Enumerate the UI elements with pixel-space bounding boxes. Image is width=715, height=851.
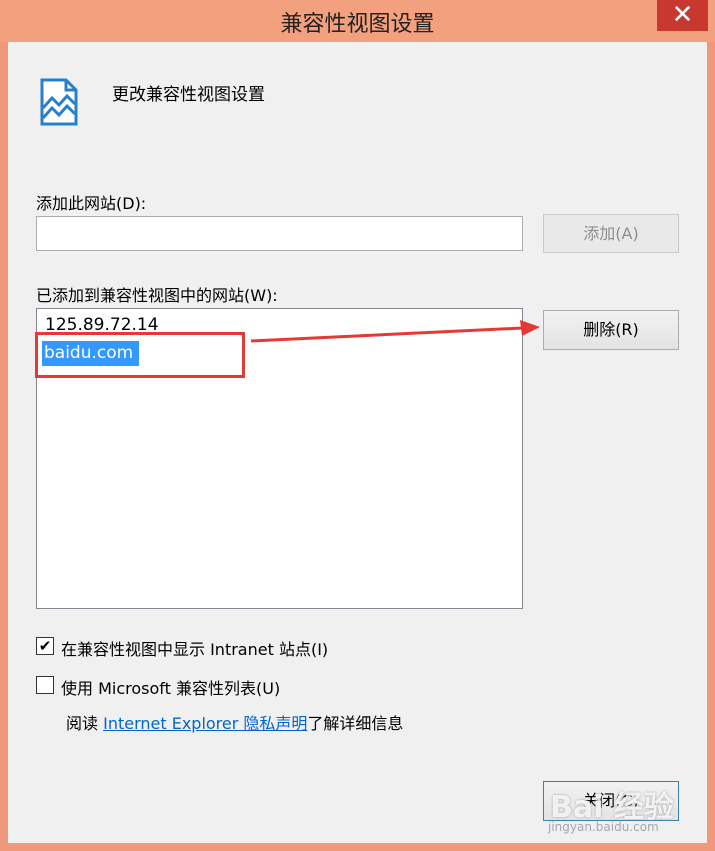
ms-list-label: 使用 Microsoft 兼容性列表(U) bbox=[61, 679, 281, 698]
add-site-label: 添加此网站(D): bbox=[36, 194, 147, 213]
dialog-body: 更改兼容性视图设置 添加此网站(D): 添加(A) 已添加到兼容性视图中的网站(… bbox=[8, 42, 707, 843]
watermark-url: jingyan.baidu.com bbox=[548, 820, 659, 834]
close-icon[interactable]: ✕ bbox=[657, 0, 708, 31]
ms-list-checkbox[interactable] bbox=[36, 676, 54, 694]
intranet-label: 在兼容性视图中显示 Intranet 站点(I) bbox=[61, 640, 329, 659]
annotation-arrow-icon bbox=[250, 320, 540, 343]
add-site-input[interactable] bbox=[36, 216, 523, 251]
title-bar: 兼容性视图设置 ✕ bbox=[0, 0, 715, 42]
annotation-highlight-box bbox=[35, 332, 245, 378]
remove-button[interactable]: 删除(R) bbox=[543, 310, 679, 350]
privacy-link[interactable]: Internet Explorer 隐私声明 bbox=[103, 714, 307, 733]
add-button[interactable]: 添加(A) bbox=[543, 214, 679, 253]
header-text: 更改兼容性视图设置 bbox=[112, 85, 265, 105]
privacy-prefix: 阅读 bbox=[66, 714, 104, 733]
window-title: 兼容性视图设置 bbox=[280, 12, 435, 37]
intranet-checkbox[interactable]: ✔ bbox=[36, 637, 54, 655]
sites-list-label: 已添加到兼容性视图中的网站(W): bbox=[36, 286, 278, 305]
privacy-suffix: 了解详细信息 bbox=[307, 714, 404, 733]
document-compatibility-icon bbox=[40, 78, 78, 126]
privacy-text: 阅读 Internet Explorer 隐私声明了解详细信息 bbox=[66, 710, 403, 734]
